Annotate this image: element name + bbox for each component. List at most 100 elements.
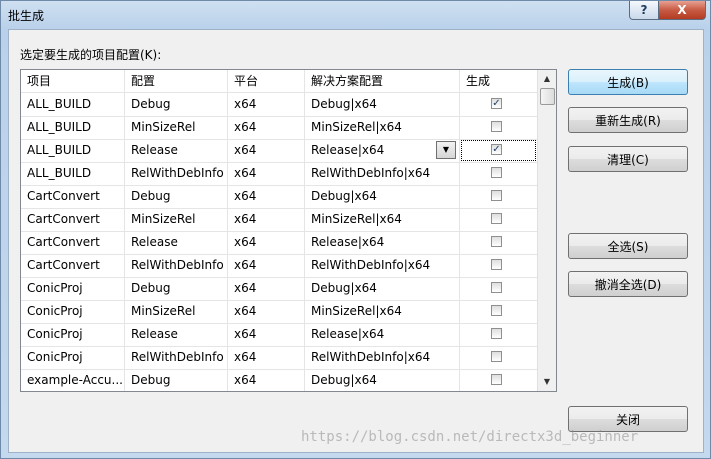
build-checkbox[interactable] <box>491 236 502 247</box>
table-row[interactable]: ConicProj Debug x64 Debug|x64 <box>21 277 537 301</box>
build-checkbox[interactable] <box>491 190 502 201</box>
cell-config[interactable]: MinSizeRel <box>125 208 228 231</box>
scroll-thumb[interactable] <box>540 88 555 105</box>
cell-project[interactable]: ConicProj <box>21 277 125 300</box>
cell-project[interactable]: ALL_BUILD <box>21 139 125 162</box>
cell-config[interactable]: MinSizeRel <box>125 300 228 323</box>
cell-platform[interactable]: x64 <box>228 139 305 162</box>
cell-solution-config[interactable]: RelWithDebInfo|x64 <box>305 254 460 277</box>
rebuild-button[interactable]: 重新生成(R) <box>568 107 688 133</box>
cell-solution-config[interactable]: Debug|x64 <box>305 185 460 208</box>
cell-solution-config[interactable]: RelWithDebInfo|x64 <box>305 346 460 369</box>
column-header-platform[interactable]: 平台 <box>228 70 305 92</box>
cell-config[interactable]: Release <box>125 139 228 162</box>
cell-solution-config[interactable]: MinSizeRel|x64 <box>305 300 460 323</box>
cell-project[interactable]: CartConvert <box>21 208 125 231</box>
build-checkbox[interactable] <box>491 167 502 178</box>
cell-project[interactable]: ConicProj <box>21 323 125 346</box>
cell-solution-config[interactable]: Debug|x64 <box>305 277 460 300</box>
table-row[interactable]: ConicProj Release x64 Release|x64 <box>21 323 537 347</box>
table-row[interactable]: example-Accu... Debug x64 Debug|x64 <box>21 369 537 391</box>
column-header-solution-config[interactable]: 解决方案配置 <box>305 70 460 92</box>
help-button[interactable]: ? <box>629 1 659 20</box>
cell-config[interactable]: MinSizeRel <box>125 116 228 139</box>
clean-button[interactable]: 清理(C) <box>568 146 688 172</box>
cell-platform[interactable]: x64 <box>228 116 305 139</box>
table-row[interactable]: CartConvert Release x64 Release|x64 <box>21 231 537 255</box>
table-row[interactable]: ALL_BUILD Release x64 Release|x64 ✓ ▼ <box>21 139 537 163</box>
build-checkbox[interactable] <box>491 282 502 293</box>
solution-config-dropdown-icon[interactable]: ▼ <box>436 141 456 159</box>
cell-config[interactable]: RelWithDebInfo <box>125 254 228 277</box>
cell-project[interactable]: ConicProj <box>21 300 125 323</box>
build-checkbox[interactable] <box>491 121 502 132</box>
cell-platform[interactable]: x64 <box>228 346 305 369</box>
cell-solution-config[interactable]: RelWithDebInfo|x64 <box>305 162 460 185</box>
cell-platform[interactable]: x64 <box>228 323 305 346</box>
cell-build <box>460 208 537 231</box>
cell-platform[interactable]: x64 <box>228 208 305 231</box>
cell-project[interactable]: ALL_BUILD <box>21 93 125 116</box>
build-checkbox[interactable]: ✓ <box>491 98 502 109</box>
table-row[interactable]: CartConvert RelWithDebInfo x64 RelWithDebIn… <box>21 254 537 278</box>
table-row[interactable]: ALL_BUILD MinSizeRel x64 MinSizeRel|x64 <box>21 116 537 140</box>
cell-platform[interactable]: x64 <box>228 231 305 254</box>
cell-project[interactable]: example-Accu... <box>21 369 125 391</box>
cell-project[interactable]: ALL_BUILD <box>21 162 125 185</box>
build-checkbox[interactable]: ✓ <box>491 144 502 155</box>
scroll-up-icon[interactable]: ▲ <box>538 70 556 87</box>
table-row[interactable]: CartConvert Debug x64 Debug|x64 <box>21 185 537 209</box>
cell-solution-config[interactable]: Debug|x64 <box>305 369 460 391</box>
cell-solution-config[interactable]: MinSizeRel|x64 <box>305 116 460 139</box>
column-header-config[interactable]: 配置 <box>125 70 228 92</box>
cell-project[interactable]: ConicProj <box>21 346 125 369</box>
cell-project[interactable]: ALL_BUILD <box>21 116 125 139</box>
cell-config[interactable]: Debug <box>125 93 228 116</box>
table-row[interactable]: ALL_BUILD RelWithDebInfo x64 RelWithDebInfo… <box>21 162 537 186</box>
cell-config[interactable]: Debug <box>125 369 228 391</box>
table-row[interactable]: ConicProj MinSizeRel x64 MinSizeRel|x64 <box>21 300 537 324</box>
cell-platform[interactable]: x64 <box>228 369 305 391</box>
cell-project[interactable]: CartConvert <box>21 185 125 208</box>
cell-solution-config[interactable]: Release|x64 <box>305 231 460 254</box>
project-config-grid[interactable]: 项目 配置 平台 解决方案配置 生成 ALL_BUILD Debug x64 Debu… <box>20 69 557 392</box>
cell-config[interactable]: RelWithDebInfo <box>125 162 228 185</box>
build-checkbox[interactable] <box>491 374 502 385</box>
cell-config[interactable]: Debug <box>125 277 228 300</box>
cell-build <box>460 185 537 208</box>
scroll-down-icon[interactable]: ▼ <box>538 373 556 390</box>
column-header-project[interactable]: 项目 <box>21 70 125 92</box>
table-row[interactable]: CartConvert MinSizeRel x64 MinSizeRel|x64 <box>21 208 537 232</box>
cell-platform[interactable]: x64 <box>228 277 305 300</box>
cell-solution-config[interactable]: MinSizeRel|x64 <box>305 208 460 231</box>
cell-platform[interactable]: x64 <box>228 162 305 185</box>
checkmark-icon: ✓ <box>492 98 501 109</box>
cell-solution-config[interactable]: Release|x64 <box>305 323 460 346</box>
cell-platform[interactable]: x64 <box>228 254 305 277</box>
cell-platform[interactable]: x64 <box>228 185 305 208</box>
cell-project[interactable]: CartConvert <box>21 254 125 277</box>
vertical-scrollbar[interactable]: ▲ ▼ <box>537 70 556 391</box>
column-header-build[interactable]: 生成 <box>460 70 537 92</box>
build-button[interactable]: 生成(B) <box>568 69 688 95</box>
cell-config[interactable]: Release <box>125 323 228 346</box>
build-checkbox[interactable] <box>491 259 502 270</box>
build-checkbox[interactable] <box>491 328 502 339</box>
select-all-button[interactable]: 全选(S) <box>568 233 688 259</box>
cell-config[interactable]: Release <box>125 231 228 254</box>
build-checkbox[interactable] <box>491 213 502 224</box>
build-checkbox[interactable] <box>491 305 502 316</box>
cell-config[interactable]: RelWithDebInfo <box>125 346 228 369</box>
table-row[interactable]: ConicProj RelWithDebInfo x64 RelWithDebInfo… <box>21 346 537 370</box>
watermark-text: https://blog.csdn.net/directx3d_beginner <box>301 429 639 445</box>
cell-platform[interactable]: x64 <box>228 93 305 116</box>
cell-build <box>460 254 537 277</box>
deselect-all-button[interactable]: 撤消全选(D) <box>568 271 688 297</box>
build-checkbox[interactable] <box>491 351 502 362</box>
close-window-button[interactable]: X <box>658 1 706 20</box>
cell-solution-config[interactable]: Debug|x64 <box>305 93 460 116</box>
table-row[interactable]: ALL_BUILD Debug x64 Debug|x64 ✓ <box>21 93 537 117</box>
cell-project[interactable]: CartConvert <box>21 231 125 254</box>
cell-platform[interactable]: x64 <box>228 300 305 323</box>
cell-config[interactable]: Debug <box>125 185 228 208</box>
